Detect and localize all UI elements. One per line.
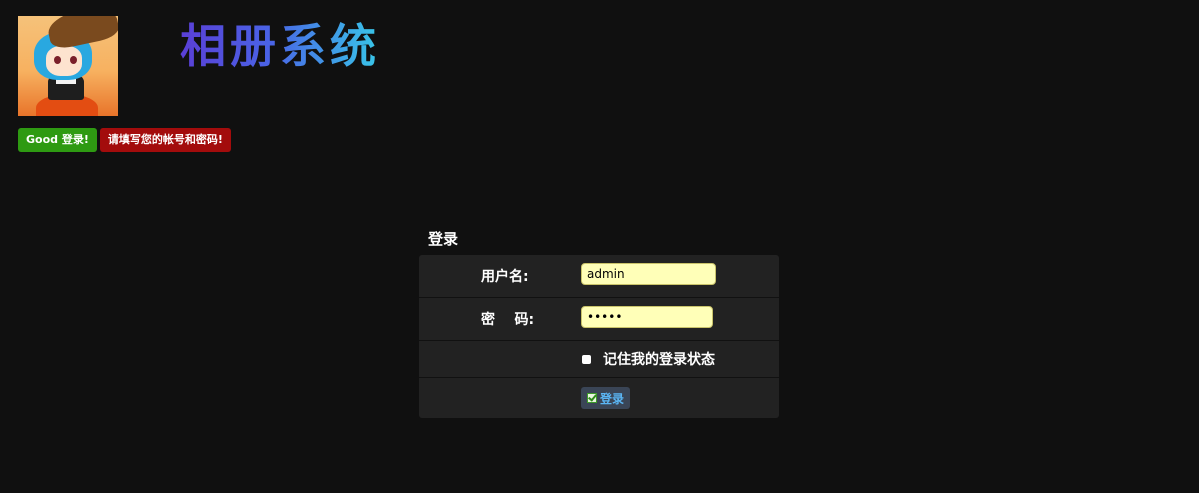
login-title: 登录 (428, 230, 459, 248)
check-icon (587, 393, 597, 403)
avatar-image (18, 16, 118, 116)
username-input[interactable] (581, 263, 716, 285)
password-label: 密 码: (481, 312, 535, 328)
message-badges: Good 登录! 请填写您的帐号和密码! (18, 128, 231, 152)
login-form: 用户名: 密 码: 记住我的登录状态 登录 (419, 255, 779, 418)
site-title: 相册系统 (180, 19, 380, 73)
login-button[interactable]: 登录 (581, 387, 631, 409)
remember-checkbox[interactable] (582, 354, 591, 364)
username-row: 用户名: (419, 255, 779, 298)
remember-label: 记住我的登录状态 (603, 352, 715, 368)
page: 相册系统 Good 登录! 请填写您的帐号和密码! 登录 用户名: 密 码: 记… (0, 0, 1199, 493)
remember-me[interactable]: 记住我的登录状态 (582, 341, 715, 377)
username-label: 用户名: (481, 269, 529, 285)
error-badge: 请填写您的帐号和密码! (99, 128, 231, 152)
login-button-label: 登录 (600, 391, 625, 406)
password-row: 密 码: (419, 298, 779, 341)
submit-row: 登录 (419, 378, 779, 418)
password-input[interactable] (581, 306, 713, 328)
success-badge: Good 登录! (18, 128, 97, 152)
remember-row: 记住我的登录状态 (419, 341, 779, 378)
